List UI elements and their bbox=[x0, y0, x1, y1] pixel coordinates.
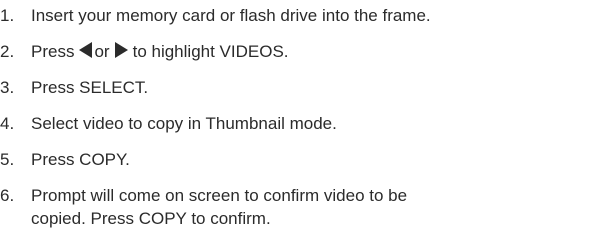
step-text-line-1: Prompt will come on screen to confirm vi… bbox=[31, 186, 408, 205]
step-number: 6. bbox=[0, 186, 15, 205]
step-text-line-2: copied. Press COPY to confirm. bbox=[31, 209, 271, 228]
step-number: 2. bbox=[0, 42, 15, 61]
step-text: Prompt will come on screen to confirm vi… bbox=[31, 184, 576, 230]
left-triangle-icon bbox=[79, 42, 93, 58]
step-text-before: Press bbox=[31, 42, 75, 61]
step-text-mid: or bbox=[94, 42, 110, 61]
right-triangle-icon bbox=[114, 42, 128, 58]
step-number: 3. bbox=[0, 78, 15, 97]
step-number: 5. bbox=[0, 150, 15, 169]
step-text: Press SELECT. bbox=[31, 78, 149, 97]
step-text: Press or to highlight VIDEOS. bbox=[31, 40, 576, 63]
instruction-page: 1. Insert your memory card or flash driv… bbox=[0, 0, 591, 243]
step-text: Press COPY. bbox=[31, 150, 130, 169]
step-text: Insert your memory card or flash drive i… bbox=[31, 6, 431, 25]
step-text: Select video to copy in Thumbnail mode. bbox=[31, 114, 337, 133]
step-number: 4. bbox=[0, 114, 15, 133]
step-number: 1. bbox=[0, 6, 15, 25]
step-text-after: to highlight VIDEOS. bbox=[132, 42, 289, 61]
